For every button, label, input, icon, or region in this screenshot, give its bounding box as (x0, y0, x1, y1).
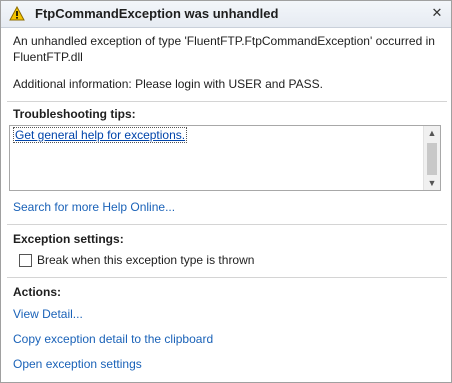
copy-exception-detail-link[interactable]: Copy exception detail to the clipboard (13, 332, 213, 346)
divider (7, 277, 447, 278)
scroll-thumb[interactable] (427, 143, 437, 175)
open-exception-settings-link[interactable]: Open exception settings (13, 357, 142, 371)
divider (7, 101, 447, 102)
search-help-online-link[interactable]: Search for more Help Online... (13, 200, 175, 214)
exception-settings-heading: Exception settings: (13, 232, 124, 246)
divider (7, 224, 447, 225)
break-on-exception-label[interactable]: Break when this exception type is thrown (37, 253, 254, 267)
troubleshooting-tips-list[interactable]: Get general help for exceptions. ▲ ▼ (9, 125, 441, 191)
troubleshooting-heading: Troubleshooting tips: (13, 107, 136, 121)
additional-information: Additional information: Please login wit… (13, 77, 323, 91)
close-icon: ✕ (431, 5, 443, 20)
warning-icon (9, 6, 25, 21)
tip-link-general-help[interactable]: Get general help for exceptions. (12, 127, 188, 143)
view-detail-link[interactable]: View Detail... (13, 307, 83, 321)
tips-scrollbar[interactable]: ▲ ▼ (423, 126, 440, 190)
exception-dialog: FtpCommandException was unhandled ✕ An u… (0, 0, 452, 383)
title-bar: FtpCommandException was unhandled ✕ (1, 1, 451, 28)
dialog-title: FtpCommandException was unhandled (35, 6, 279, 21)
scroll-up-icon[interactable]: ▲ (424, 126, 440, 140)
scroll-down-icon[interactable]: ▼ (424, 176, 440, 190)
close-button[interactable]: ✕ (429, 5, 445, 21)
exception-summary: An unhandled exception of type 'FluentFT… (13, 34, 435, 64)
actions-heading: Actions: (13, 285, 61, 299)
break-on-exception-checkbox[interactable] (19, 254, 32, 267)
